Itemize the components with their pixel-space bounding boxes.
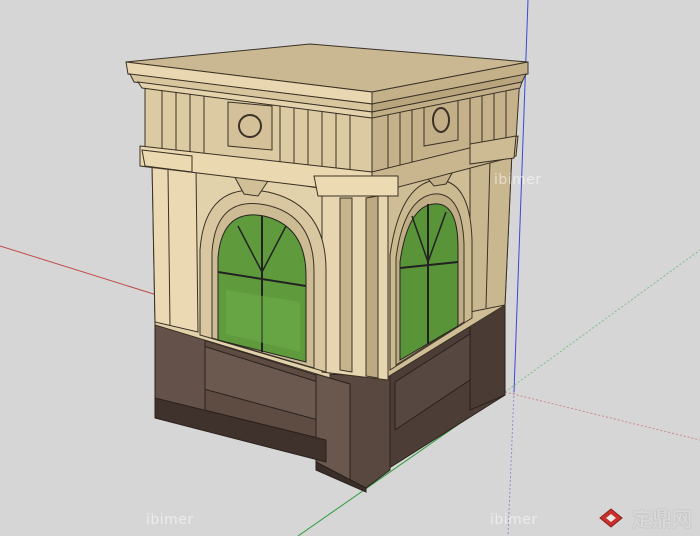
left-medallion-panel bbox=[227, 101, 273, 151]
watermark-text: ibimer bbox=[146, 512, 194, 528]
blue-axis bbox=[513, 0, 529, 393]
green-axis-dotted bbox=[504, 249, 700, 393]
watermark-text: ibimer bbox=[490, 512, 538, 528]
red-axis-dotted bbox=[504, 391, 700, 441]
red-axis bbox=[0, 245, 161, 297]
watermark-text: ibimer bbox=[494, 172, 542, 188]
logo-text: 定鼎网 bbox=[632, 507, 692, 531]
site-logo: 定鼎网 bbox=[596, 503, 692, 532]
sketchup-model-viewport bbox=[0, 0, 700, 536]
diamond-logo-icon bbox=[599, 507, 623, 528]
